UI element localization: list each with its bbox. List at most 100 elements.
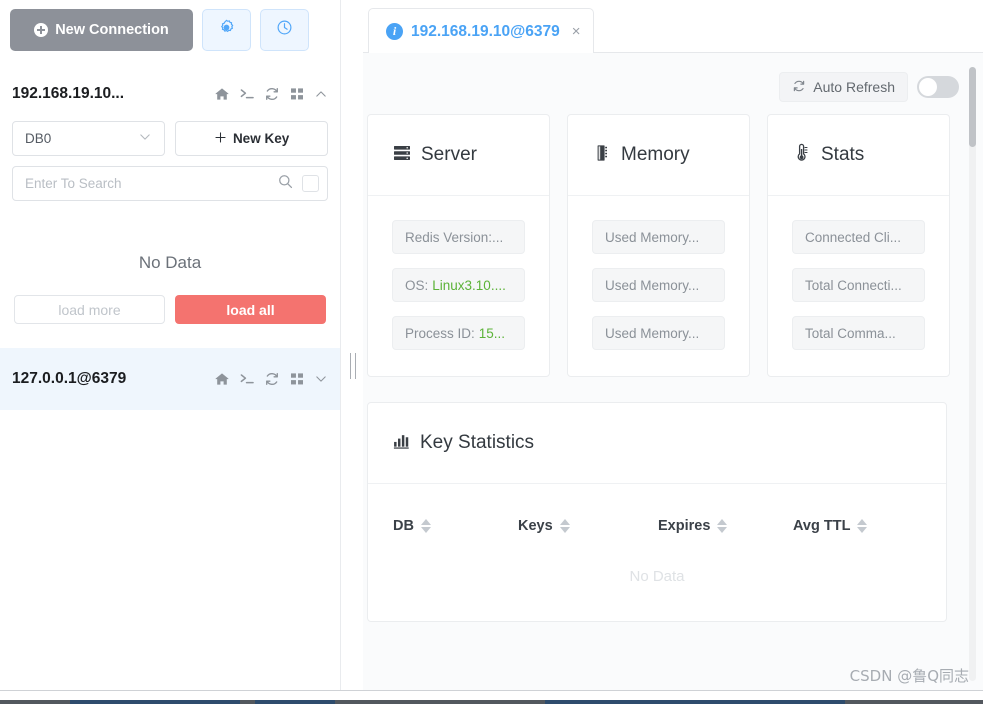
content-scrollbar-thumb[interactable] [969, 67, 976, 147]
grip-line [355, 353, 356, 379]
search-input[interactable] [25, 176, 277, 191]
tab-label: 192.168.19.10@6379 [411, 22, 560, 40]
stat-cards: Server Redis Version:... OS: Linux3.10..… [363, 102, 983, 377]
main-panel: i 192.168.19.10@6379 × Auto Refresh Serv… [363, 0, 983, 690]
stat-value: Linux3.10.... [432, 277, 506, 293]
stat-label: Used Memory... [605, 277, 700, 293]
info-icon: i [386, 23, 403, 40]
settings-button[interactable] [202, 9, 251, 51]
stat-label: Process ID: [405, 325, 475, 341]
card-key-statistics-header: Key Statistics [368, 403, 946, 484]
stat-total-connections[interactable]: Total Connecti... [792, 268, 925, 302]
new-connection-label: New Connection [55, 22, 169, 38]
connection-item-127-0-0-1[interactable]: 127.0.0.1@6379 [0, 348, 340, 410]
column-header-expires[interactable]: Expires [658, 518, 793, 534]
stat-label: Redis Version:... [405, 229, 504, 245]
card-stats-body: Connected Cli... Total Connecti... Total… [768, 196, 949, 376]
sidebar: New Connection 192.168.19.10... DB0 New … [0, 0, 341, 690]
taskbar-segment [70, 700, 240, 704]
column-header-keys[interactable]: Keys [518, 518, 658, 534]
column-label: Avg TTL [793, 518, 851, 534]
taskbar-segment [545, 700, 845, 704]
content-scrollbar-track[interactable] [969, 67, 976, 681]
card-key-statistics-title: Key Statistics [420, 432, 535, 453]
chevron-down-icon[interactable] [314, 372, 328, 386]
sort-icon[interactable] [717, 519, 728, 533]
history-button[interactable] [260, 9, 309, 51]
home-icon[interactable] [214, 86, 230, 102]
grid-icon[interactable] [289, 371, 305, 387]
column-header-db[interactable]: DB [368, 518, 518, 534]
new-connection-button[interactable]: New Connection [10, 9, 193, 51]
splitter-grip-icon[interactable] [350, 353, 356, 379]
close-icon[interactable]: × [572, 24, 581, 39]
stat-label: OS: [405, 277, 429, 293]
refresh-icon [792, 79, 806, 96]
stat-os[interactable]: OS: Linux3.10.... [392, 268, 525, 302]
sort-icon[interactable] [857, 519, 868, 533]
search-bar [12, 166, 328, 201]
column-header-avg-ttl[interactable]: Avg TTL [793, 518, 943, 534]
terminal-icon[interactable] [239, 86, 255, 102]
plus-icon [214, 131, 227, 147]
load-buttons: load more load all [0, 273, 340, 324]
card-server-title: Server [421, 144, 477, 165]
card-memory-body: Used Memory... Used Memory... Used Memor… [568, 196, 749, 376]
stat-used-memory-2[interactable]: Used Memory... [592, 268, 725, 302]
connection-name: 192.168.19.10... [12, 85, 125, 102]
auto-refresh-button[interactable]: Auto Refresh [779, 72, 908, 102]
sort-icon[interactable] [559, 519, 570, 533]
plus-circle-icon [34, 23, 49, 37]
new-key-label: New Key [232, 131, 290, 146]
card-server: Server Redis Version:... OS: Linux3.10..… [367, 114, 550, 377]
load-more-button[interactable]: load more [14, 295, 165, 324]
gear-icon [218, 19, 235, 41]
chevron-down-icon [138, 130, 152, 147]
taskbar-segment [255, 700, 335, 704]
clock-icon [276, 19, 293, 41]
connection-header[interactable]: 192.168.19.10... [0, 77, 340, 111]
connection-actions [214, 86, 328, 102]
column-label: Keys [518, 518, 553, 534]
auto-refresh-toggle[interactable] [917, 76, 959, 98]
bar-chart-icon [392, 431, 411, 455]
card-stats-title: Stats [821, 144, 865, 165]
search-icon[interactable] [277, 173, 294, 195]
tab-192-168-19-10[interactable]: i 192.168.19.10@6379 × [368, 8, 595, 54]
card-memory-header: Memory [568, 115, 749, 196]
db-select[interactable]: DB0 [12, 121, 166, 156]
stat-used-memory-3[interactable]: Used Memory... [592, 316, 725, 350]
panel-splitter[interactable] [341, 0, 363, 690]
db-toolbar: DB0 New Key [0, 111, 340, 156]
connection-selected-actions [214, 371, 328, 387]
db-select-value: DB0 [25, 131, 52, 146]
stat-redis-version[interactable]: Redis Version:... [392, 220, 525, 254]
new-key-button[interactable]: New Key [175, 121, 328, 156]
stat-used-memory-1[interactable]: Used Memory... [592, 220, 725, 254]
chevron-up-icon[interactable] [314, 87, 328, 101]
key-statistics-empty-label: No Data [629, 568, 685, 585]
stat-label: Used Memory... [605, 229, 700, 245]
key-statistics-table-header: DB Keys Expires Avg TTL [368, 484, 946, 534]
column-label: Expires [658, 518, 711, 534]
sort-icon[interactable] [420, 519, 431, 533]
home-icon[interactable] [214, 371, 230, 387]
sidebar-toolbar: New Connection [0, 0, 340, 51]
terminal-icon[interactable] [239, 371, 255, 387]
server-icon [392, 143, 412, 168]
grip-line [350, 353, 351, 379]
refresh-icon[interactable] [264, 371, 280, 387]
app-window: New Connection 192.168.19.10... DB0 New … [0, 0, 983, 704]
card-memory: Memory Used Memory... Used Memory... Use… [567, 114, 750, 377]
stat-total-commands[interactable]: Total Comma... [792, 316, 925, 350]
stat-label: Connected Cli... [805, 229, 902, 245]
refresh-icon[interactable] [264, 86, 280, 102]
grid-icon[interactable] [289, 86, 305, 102]
stat-process-id[interactable]: Process ID: 15... [392, 316, 525, 350]
column-label: DB [393, 518, 414, 534]
stat-label: Total Connecti... [805, 277, 902, 293]
card-server-body: Redis Version:... OS: Linux3.10.... Proc… [368, 196, 549, 376]
load-all-button[interactable]: load all [175, 295, 326, 324]
stat-connected-clients[interactable]: Connected Cli... [792, 220, 925, 254]
search-exact-checkbox[interactable] [302, 175, 319, 192]
